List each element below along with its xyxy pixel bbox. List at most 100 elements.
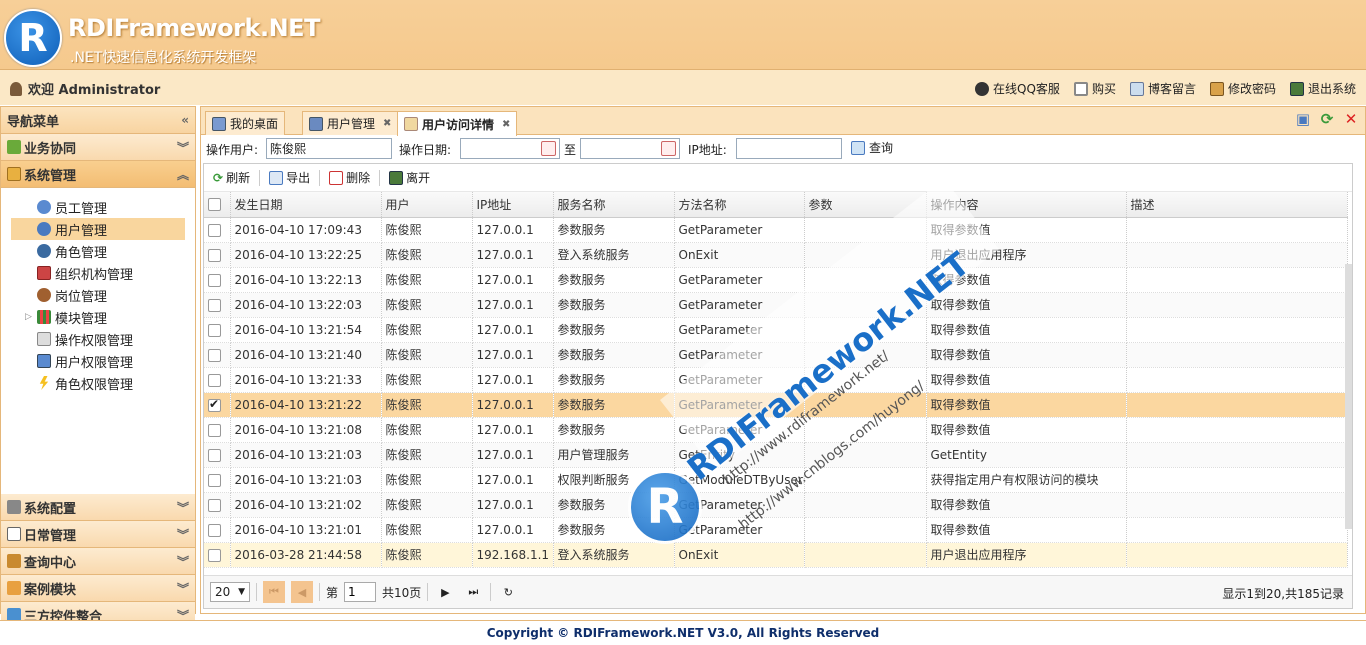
expand-triangle-icon[interactable]: ▷ bbox=[25, 312, 32, 322]
row-checkbox[interactable] bbox=[208, 223, 221, 237]
row-select-cell[interactable] bbox=[204, 342, 231, 368]
row-select-cell[interactable] bbox=[204, 492, 231, 518]
table-row[interactable]: 2016-04-10 13:21:40 陈俊熙 127.0.0.1 参数服务 GetPa… bbox=[204, 342, 1348, 368]
last-page-icon[interactable]: ⏭ bbox=[462, 581, 484, 603]
row-checkbox[interactable] bbox=[208, 298, 221, 312]
nav-section-config[interactable]: 系统配置 ︾ bbox=[1, 494, 195, 521]
first-page-icon[interactable]: ⏮ bbox=[263, 581, 285, 603]
refresh-icon[interactable]: ⟳ bbox=[1319, 110, 1335, 128]
table-row[interactable]: 2016-04-10 13:21:02 陈俊熙 127.0.0.1 参数服务 GetPa… bbox=[204, 492, 1348, 518]
col-header[interactable]: 发生日期 bbox=[230, 192, 382, 218]
user-input[interactable] bbox=[266, 138, 392, 159]
tree-item-org[interactable]: 组织机构管理 bbox=[11, 262, 185, 284]
row-checkbox[interactable] bbox=[208, 397, 221, 412]
row-checkbox[interactable] bbox=[208, 323, 221, 337]
end-date-input[interactable] bbox=[580, 138, 680, 159]
home-icon[interactable]: ▣ bbox=[1295, 110, 1311, 128]
row-select-cell[interactable] bbox=[204, 517, 231, 543]
calendar-icon[interactable] bbox=[541, 141, 556, 156]
ip-input[interactable] bbox=[736, 138, 842, 159]
col-header[interactable]: 参数 bbox=[804, 192, 927, 218]
row-select-cell[interactable] bbox=[204, 317, 231, 343]
col-header[interactable]: IP地址 bbox=[472, 192, 554, 218]
page-number-input[interactable] bbox=[344, 582, 377, 602]
qq-service-link[interactable]: 在线QQ客服 bbox=[975, 80, 1060, 97]
col-header[interactable]: 服务名称 bbox=[553, 192, 675, 218]
table-row[interactable]: 2016-04-10 13:21:03 陈俊熙 127.0.0.1 权限判断服务 Get… bbox=[204, 467, 1348, 493]
query-button[interactable]: 查询 bbox=[851, 139, 893, 156]
prev-page-icon[interactable]: ◀ bbox=[291, 581, 313, 603]
row-checkbox[interactable] bbox=[208, 448, 221, 462]
vertical-scrollbar[interactable] bbox=[1345, 264, 1352, 529]
page-size-select[interactable]: 20 ▼ bbox=[210, 582, 250, 602]
row-select-cell[interactable] bbox=[204, 292, 231, 318]
change-password-link[interactable]: 修改密码 bbox=[1209, 80, 1276, 97]
select-all-cell[interactable] bbox=[204, 192, 231, 218]
tree-item-roles[interactable]: 角色管理 bbox=[11, 240, 185, 262]
reload-icon[interactable]: ↻ bbox=[497, 581, 519, 603]
tab-user-management[interactable]: 用户管理 ✖ bbox=[302, 111, 399, 135]
tab-desktop[interactable]: 我的桌面 bbox=[205, 111, 286, 135]
row-checkbox[interactable] bbox=[208, 523, 221, 537]
select-all-checkbox[interactable] bbox=[208, 198, 221, 212]
row-select-cell[interactable] bbox=[204, 392, 231, 418]
table-row[interactable]: 2016-04-10 13:22:03 陈俊熙 127.0.0.1 参数服务 GetPa… bbox=[204, 292, 1348, 318]
row-select-cell[interactable] bbox=[204, 417, 231, 443]
tree-item-op-permission[interactable]: 操作权限管理 bbox=[11, 328, 185, 350]
row-checkbox[interactable] bbox=[208, 248, 221, 262]
tree-item-modules[interactable]: ▷ 模块管理 bbox=[11, 306, 185, 328]
refresh-button[interactable]: ⟳ 刷新 bbox=[210, 167, 253, 188]
row-checkbox[interactable] bbox=[208, 373, 221, 387]
nav-section-daily[interactable]: 日常管理 ︾ bbox=[1, 521, 195, 548]
nav-section-business[interactable]: 业务协同 ︾ bbox=[1, 134, 195, 161]
row-select-cell[interactable] bbox=[204, 217, 231, 243]
blog-message-link[interactable]: 博客留言 bbox=[1129, 80, 1196, 97]
row-select-cell[interactable] bbox=[204, 467, 231, 493]
row-select-cell[interactable] bbox=[204, 242, 231, 268]
table-row[interactable]: 2016-04-10 13:22:25 陈俊熙 127.0.0.1 登入系统服务 OnE… bbox=[204, 242, 1348, 268]
logout-link[interactable]: 退出系统 bbox=[1289, 80, 1356, 97]
row-checkbox[interactable] bbox=[208, 548, 221, 562]
close-tab-icon[interactable]: ✖ bbox=[502, 119, 510, 130]
table-row[interactable]: 2016-04-10 13:21:33 陈俊熙 127.0.0.1 参数服务 GetPa… bbox=[204, 367, 1348, 393]
col-header[interactable]: 描述 bbox=[1126, 192, 1348, 218]
tree-item-role-permission[interactable]: 角色权限管理 bbox=[11, 372, 185, 394]
row-checkbox[interactable] bbox=[208, 498, 221, 512]
row-checkbox[interactable] bbox=[208, 473, 221, 487]
tab-user-access-detail[interactable]: 用户访问详情 ✖ bbox=[397, 111, 518, 136]
col-header[interactable]: 用户 bbox=[381, 192, 473, 218]
tree-item-users[interactable]: 用户管理 bbox=[11, 218, 185, 240]
tree-item-staff[interactable]: 员工管理 bbox=[11, 196, 185, 218]
calendar-icon[interactable] bbox=[661, 141, 676, 156]
row-select-cell[interactable] bbox=[204, 542, 231, 568]
delete-button[interactable]: 删除 bbox=[326, 167, 373, 188]
buy-link[interactable]: 购买 bbox=[1073, 80, 1116, 97]
table-row[interactable]: 2016-04-10 17:09:43 陈俊熙 127.0.0.1 参数服务 GetPa… bbox=[204, 217, 1348, 243]
next-page-icon[interactable]: ▶ bbox=[434, 581, 456, 603]
table-row[interactable]: 2016-04-10 13:22:13 陈俊熙 127.0.0.1 参数服务 GetPa… bbox=[204, 267, 1348, 293]
table-row[interactable]: 2016-04-10 13:21:08 陈俊熙 127.0.0.1 参数服务 GetPa… bbox=[204, 417, 1348, 443]
table-row[interactable]: 2016-04-10 13:21:22陈俊熙127.0.0.1参数服务GetPa… bbox=[204, 392, 1348, 418]
export-button[interactable]: 导出 bbox=[266, 167, 313, 188]
row-checkbox[interactable] bbox=[208, 348, 221, 362]
row-select-cell[interactable] bbox=[204, 267, 231, 293]
table-row[interactable]: 2016-04-10 13:21:03 陈俊熙 127.0.0.1 用户管理服务 Get… bbox=[204, 442, 1348, 468]
close-icon[interactable]: ✕ bbox=[1343, 110, 1359, 128]
tree-item-user-permission[interactable]: 用户权限管理 bbox=[11, 350, 185, 372]
table-row[interactable]: 2016-03-28 21:44:58 陈俊熙 192.168.1.1 登入系统服务 O… bbox=[204, 542, 1348, 568]
tree-item-posts[interactable]: 岗位管理 bbox=[11, 284, 185, 306]
col-header[interactable]: 操作内容 bbox=[926, 192, 1127, 218]
row-select-cell[interactable] bbox=[204, 442, 231, 468]
leave-button[interactable]: 离开 bbox=[386, 167, 433, 188]
nav-section-system[interactable]: 系统管理 ︽ bbox=[1, 161, 195, 188]
collapse-left-icon[interactable]: « bbox=[181, 113, 189, 127]
row-select-cell[interactable] bbox=[204, 367, 231, 393]
start-date-input[interactable] bbox=[460, 138, 560, 159]
table-row[interactable]: 2016-04-10 13:21:54 陈俊熙 127.0.0.1 参数服务 GetPa… bbox=[204, 317, 1348, 343]
close-tab-icon[interactable]: ✖ bbox=[383, 118, 391, 129]
nav-section-cases[interactable]: 案例模块 ︾ bbox=[1, 575, 195, 602]
col-header[interactable]: 方法名称 bbox=[674, 192, 805, 218]
row-checkbox[interactable] bbox=[208, 273, 221, 287]
table-row[interactable]: 2016-04-10 13:21:01 陈俊熙 127.0.0.1 参数服务 GetPa… bbox=[204, 517, 1348, 543]
nav-section-query[interactable]: 查询中心 ︾ bbox=[1, 548, 195, 575]
